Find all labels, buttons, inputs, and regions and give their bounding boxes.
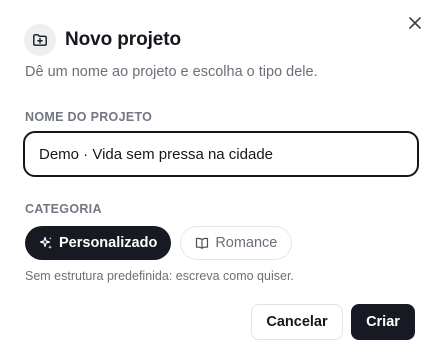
category-romance-label: Romance [215,235,278,251]
book-open-icon [195,236,209,250]
category-hint: Sem estrutura predefinida: escreva como … [25,269,294,283]
category-options: Personalizado Romance [25,226,301,260]
dialog-title: Novo projeto [65,29,181,50]
sparkles-icon [39,236,53,250]
dialog-header: Novo projeto [24,24,181,56]
dialog-subtitle: Dê um nome ao projeto e escolha o tipo d… [25,64,318,80]
category-personalizado-label: Personalizado [59,235,158,251]
category-romance-chip[interactable]: Romance [180,226,293,260]
create-button[interactable]: Criar [351,304,415,340]
category-personalizado-chip[interactable]: Personalizado [25,226,172,260]
close-button[interactable] [406,14,424,32]
project-name-label: NOME DO PROJETO [25,110,153,124]
new-project-dialog: Novo projeto Dê um nome ao projeto e esc… [0,0,440,364]
cancel-button[interactable]: Cancelar [251,304,343,340]
category-label: CATEGORIA [25,202,102,216]
project-name-input[interactable] [23,131,419,177]
folder-plus-icon [24,24,56,56]
close-icon [409,17,421,29]
